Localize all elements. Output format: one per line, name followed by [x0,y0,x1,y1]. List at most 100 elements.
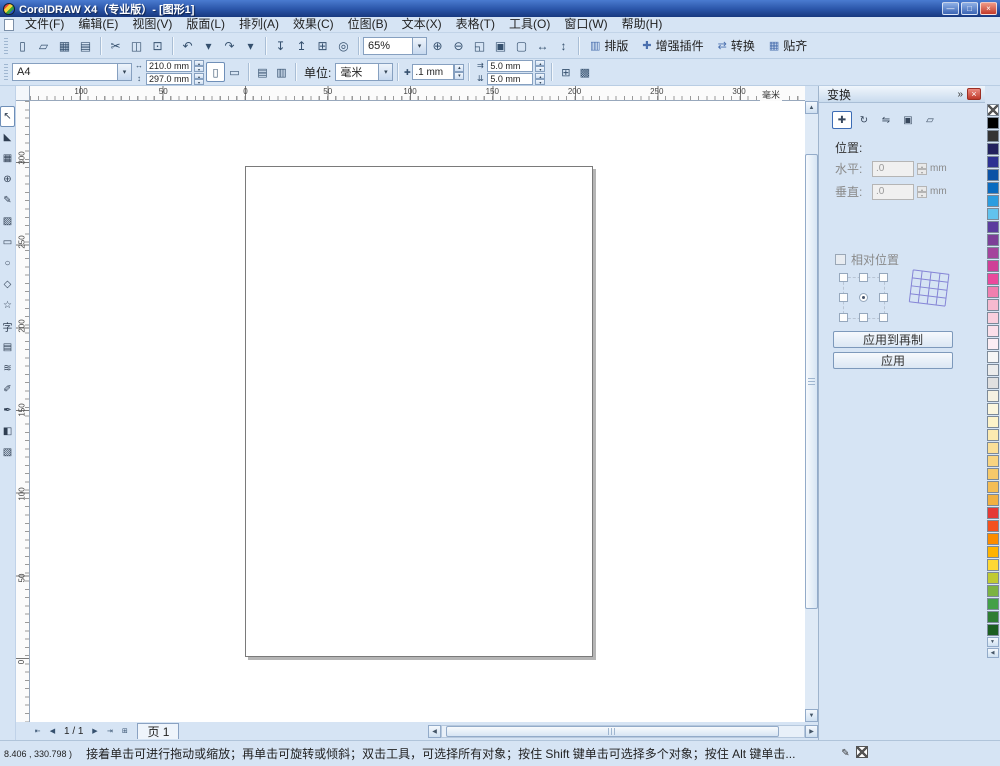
anchor-top-left[interactable] [839,273,848,282]
print-icon[interactable]: ▤ [75,35,96,56]
freehand-tool[interactable]: ✎ [0,190,15,211]
vertical-scroll-thumb[interactable] [805,154,818,609]
vertical-ruler[interactable]: 300 250 200 150 100 50 0 [16,101,30,722]
open-icon[interactable]: ▱ [33,35,54,56]
color-swatch[interactable] [986,520,999,532]
next-page-button[interactable]: ▶ [87,724,102,739]
color-swatch[interactable] [986,351,999,363]
relative-position-checkbox[interactable] [835,254,846,265]
zoom-selected-icon[interactable]: ◱ [469,35,490,56]
color-swatch[interactable] [986,468,999,480]
color-swatch[interactable] [986,442,999,454]
color-swatch[interactable] [986,182,999,194]
smart-fill-tool[interactable]: ▨ [0,211,15,232]
zoom-page-icon[interactable]: ▢ [511,35,532,56]
scale-mirror-transform-button[interactable]: ⇋ [876,111,896,129]
text-tool[interactable]: 字 [0,316,15,337]
basic-shapes-tool[interactable]: ☆ [0,295,15,316]
menu-item[interactable]: 文本(X) [395,17,449,32]
zoom-tool[interactable]: ⊕ [0,169,15,190]
polygon-tool[interactable]: ◇ [0,274,15,295]
duplicate-distance-x-spinner[interactable]: ▴ ▾ [535,59,546,72]
redo-icon[interactable]: ↷ [219,35,240,56]
menu-item[interactable]: 版面(L) [179,17,232,32]
color-swatch[interactable] [986,130,999,142]
vertical-scrollbar[interactable]: ▲ ▼ [805,101,818,722]
color-swatch[interactable] [986,325,999,337]
anchor-middle-right[interactable] [879,293,888,302]
zoom-combo-dropdown-icon[interactable]: ▾ [412,37,426,54]
duplicate-distance-y-input[interactable]: 5.0 mm [487,72,534,85]
color-swatch[interactable] [986,208,999,220]
current-page-button[interactable]: ▥ [272,62,291,82]
last-page-button[interactable]: ⇥ [102,724,117,739]
nudge-offset-input[interactable]: .1 mm [412,64,455,80]
treat-as-filled-button[interactable]: ▩ [575,62,594,82]
menu-item[interactable]: 排列(A) [232,17,286,32]
paper-width-input[interactable]: 210.0 mm [146,59,192,72]
color-swatch[interactable] [986,195,999,207]
save-icon[interactable]: ▦ [54,35,75,56]
menu-item[interactable]: 编辑(E) [71,17,125,32]
color-swatch[interactable] [986,624,999,636]
scroll-up-button[interactable]: ▲ [805,101,818,114]
zoom-all-icon[interactable]: ▣ [490,35,511,56]
paste-icon[interactable]: ⊡ [147,35,168,56]
paper-width-spinner[interactable]: ▴ ▾ [194,59,204,72]
anchor-center[interactable] [859,293,868,302]
interactive-fill-tool[interactable]: ▧ [0,442,15,463]
add-page-button[interactable]: ⊞ [117,724,132,739]
crop-tool[interactable]: ▦ [0,148,15,169]
snap-button[interactable]: ▦ 贴齐 [762,35,814,56]
zoom-width-icon[interactable]: ↔ [532,35,553,56]
app-launcher-icon[interactable]: ⊞ [312,35,333,56]
toolbar-drag-handle[interactable] [4,37,8,54]
anchor-bottom-left[interactable] [839,313,848,322]
drawing-page[interactable] [245,166,593,657]
pick-tool[interactable]: ↖ [0,106,15,127]
paper-height-input[interactable]: 297.0 mm [146,72,192,85]
maximize-button[interactable]: □ [961,2,978,15]
horizontal-scroll-track[interactable] [441,724,805,738]
shape-tool[interactable]: ◣ [0,127,15,148]
menu-item[interactable]: 效果(C) [286,17,341,32]
color-swatch[interactable] [986,169,999,181]
landscape-button[interactable]: ▭ [225,62,244,82]
units-combo[interactable]: 毫米 ▾ [335,63,394,81]
menu-item[interactable]: 位图(B) [341,17,395,32]
color-swatch[interactable] [986,156,999,168]
corel-online-icon[interactable]: ◎ [333,35,354,56]
import-icon[interactable]: ↧ [270,35,291,56]
duplicate-distance-x-input[interactable]: 5.0 mm [487,59,534,72]
ruler-origin-corner[interactable] [16,86,30,101]
horizontal-spinner[interactable]: ▴ ▾ [917,162,927,175]
anchor-point-grid[interactable] [839,273,888,322]
horizontal-scrollbar[interactable]: ◀ ▶ [428,724,818,738]
color-swatch[interactable] [986,533,999,545]
menu-item[interactable]: 帮助(H) [615,17,670,32]
table-tool[interactable]: ▤ [0,337,15,358]
docker-close-button[interactable]: × [967,88,981,100]
layout-button[interactable]: ▥ 排版 [583,35,635,56]
skew-transform-button[interactable]: ▱ [920,111,940,129]
color-swatch[interactable] [986,377,999,389]
duplicate-distance-y-spinner[interactable]: ▴ ▾ [535,72,546,85]
color-swatch[interactable] [986,286,999,298]
color-swatch[interactable] [986,546,999,558]
color-swatch[interactable] [986,364,999,376]
anchor-bottom-right[interactable] [879,313,888,322]
rectangle-tool[interactable]: ▭ [0,232,15,253]
convert-button[interactable]: ⇄ 转换 [711,35,762,56]
fill-tool[interactable]: ◧ [0,421,15,442]
scroll-down-button[interactable]: ▼ [805,709,818,722]
copy-icon[interactable]: ◫ [126,35,147,56]
color-swatch[interactable] [986,598,999,610]
snap-to-grid-button[interactable]: ⊞ [556,62,575,82]
new-document-icon[interactable]: ▯ [12,35,33,56]
palette-flyout-button[interactable]: ◀ [986,648,999,658]
color-swatch[interactable] [986,234,999,246]
color-swatch[interactable] [986,273,999,285]
color-swatch[interactable] [986,247,999,259]
color-swatch[interactable] [986,260,999,272]
zoom-level-combo[interactable]: 65% ▾ [363,36,427,55]
